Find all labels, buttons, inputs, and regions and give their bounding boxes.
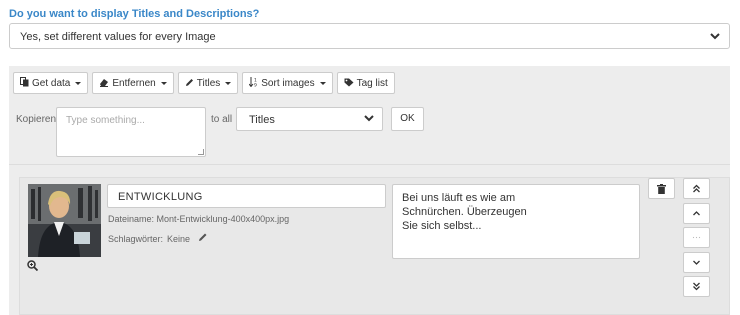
chevron-down-icon — [693, 260, 700, 266]
filename-label: Dateiname: — [108, 214, 155, 224]
keywords-value: Keine — [167, 233, 191, 244]
edit-keywords-icon[interactable] — [198, 232, 208, 245]
entfernen-button[interactable]: Entfernen — [92, 72, 174, 94]
trash-icon — [657, 183, 666, 194]
ok-button[interactable]: OK — [391, 107, 424, 131]
get-data-label: Get data — [32, 77, 71, 89]
chevron-down-icon — [709, 30, 721, 45]
display-titles-select[interactable]: Yes, set different values for every Imag… — [9, 23, 730, 49]
tag-list-label: Tag list — [356, 77, 388, 89]
copy-label: Kopieren — [16, 114, 57, 125]
copy-icon — [20, 77, 29, 89]
caret-down-icon — [319, 81, 326, 85]
entfernen-label: Entfernen — [112, 77, 156, 89]
caret-down-icon — [75, 81, 82, 85]
toolbar: Get data Entfernen Titles 19 Sort images — [13, 72, 395, 94]
move-up-button[interactable] — [683, 203, 710, 224]
keywords-line: Schlagwörter: Keine — [108, 232, 208, 245]
resize-handle-icon[interactable] — [198, 149, 204, 155]
eraser-icon — [99, 78, 109, 89]
editor-panel: Get data Entfernen Titles 19 Sort images — [9, 66, 730, 315]
move-top-button[interactable] — [683, 178, 710, 199]
copy-text-placeholder: Type something... — [66, 115, 145, 126]
to-all-label: to all — [211, 114, 233, 125]
filename-line: Dateiname: Mont-Entwicklung-400x400px.jp… — [108, 214, 289, 224]
chevron-up-icon — [693, 211, 700, 216]
zoom-icon[interactable] — [27, 260, 39, 274]
caret-down-icon — [225, 81, 232, 85]
tag-icon — [344, 78, 354, 89]
svg-text:9: 9 — [254, 83, 257, 88]
pencil-icon — [185, 78, 194, 89]
double-chevron-up-icon — [693, 184, 700, 193]
move-placeholder-button[interactable] — [683, 227, 710, 248]
divider — [9, 164, 730, 165]
display-titles-value: Yes, set different values for every Imag… — [20, 31, 216, 43]
sort-icon: 19 — [248, 77, 258, 89]
copy-target-select[interactable]: Titles — [236, 107, 383, 131]
image-thumbnail[interactable] — [28, 184, 101, 257]
sort-images-label: Sort images — [261, 77, 315, 89]
keywords-label: Schlagwörter: — [108, 233, 164, 244]
delete-button[interactable] — [648, 178, 675, 199]
filename-value: Mont-Entwicklung-400x400px.jpg — [156, 214, 290, 224]
sort-images-button[interactable]: 19 Sort images — [242, 72, 333, 94]
titles-button[interactable]: Titles — [177, 72, 239, 94]
title-input[interactable]: ENTWICKLUNG — [107, 184, 386, 208]
double-chevron-down-icon — [693, 282, 700, 291]
image-item: ENTWICKLUNG Dateiname: Mont-Entwicklung-… — [19, 177, 730, 315]
titles-label: Titles — [196, 77, 221, 89]
ellipsis-icon — [692, 237, 701, 239]
move-bottom-button[interactable] — [683, 276, 710, 297]
copy-target-value: Titles — [249, 114, 275, 126]
description-textarea[interactable]: Bei uns läuft es wie am Schnürchen. Über… — [392, 184, 640, 259]
copy-text-input[interactable]: Type something... — [56, 107, 206, 157]
tag-list-button[interactable]: Tag list — [336, 72, 395, 94]
copy-bar: Kopieren Type something... to all Titles… — [9, 107, 730, 159]
chevron-down-icon — [363, 112, 375, 127]
move-down-button[interactable] — [683, 252, 710, 273]
caret-down-icon — [160, 81, 167, 85]
get-data-button[interactable]: Get data — [13, 72, 89, 94]
question-heading: Do you want to display Titles and Descri… — [9, 8, 260, 20]
